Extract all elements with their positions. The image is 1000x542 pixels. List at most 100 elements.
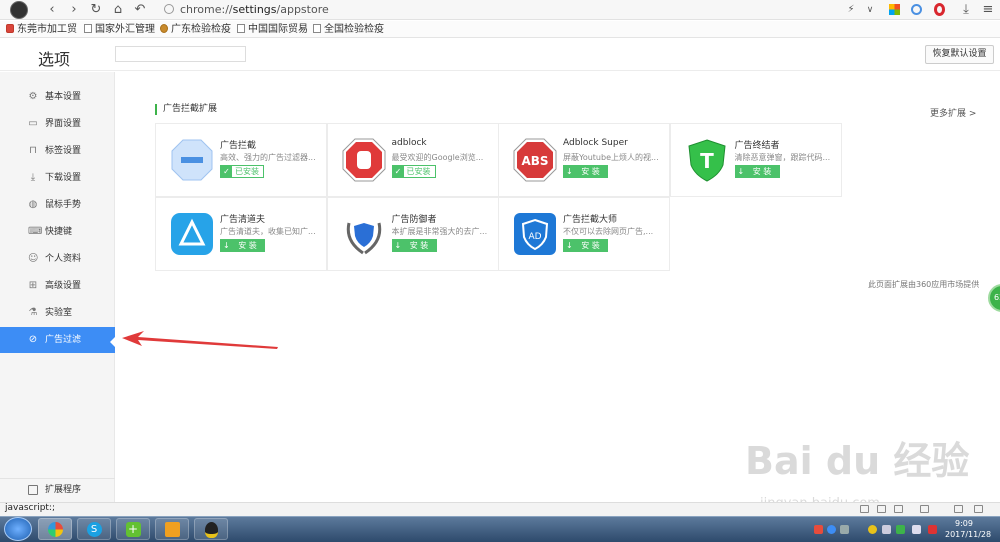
user-icon: ☺: [28, 253, 39, 264]
page-icon: [84, 24, 92, 33]
action-center-tray-icon[interactable]: [928, 525, 937, 534]
sidebar-footer-extensions[interactable]: 扩展程序: [0, 478, 115, 500]
tab-icon: ⊓: [29, 145, 37, 156]
skype-taskbar-icon[interactable]: S: [77, 518, 111, 540]
help-tray-icon[interactable]: [827, 525, 836, 534]
bookmark-item[interactable]: 全国检验检疫: [313, 21, 384, 38]
sidebar-item[interactable]: ▭ 界面设置: [0, 111, 115, 137]
clock-date[interactable]: 2017/11/28: [945, 530, 991, 539]
qq-tray-icon[interactable]: [868, 525, 877, 534]
screenshot-icon[interactable]: [860, 505, 869, 513]
bookmark-item[interactable]: 国家外汇管理: [84, 21, 155, 38]
active-indicator: [110, 335, 117, 349]
extension-card[interactable]: 广告清道夫 广告清道夫，收集已知广... ↓ 安 装: [155, 197, 327, 271]
extension-card[interactable]: T 广告终结者 清除恶意弹窗，跟踪代码... ↓ 安 装: [669, 123, 842, 197]
sidebar-item[interactable]: ⊘ 广告过滤: [0, 327, 115, 353]
chevron-down-icon[interactable]: ∨: [862, 2, 878, 18]
sidebar-item-label: 个人资料: [45, 254, 82, 264]
bookmark-item[interactable]: 广东检验检疫: [160, 21, 231, 38]
window-icon: ▭: [28, 118, 38, 129]
extension-card[interactable]: ABS Adblock Super 屏蔽Youtube上烦人的视... ↓ 安 装: [498, 123, 670, 197]
block-icon: ⊘: [28, 334, 38, 345]
sidebar-item[interactable]: ⚗ 实验室: [0, 300, 115, 326]
address-bar[interactable]: chrome://settings/appstore: [160, 2, 828, 18]
url-suffix: /appstore: [276, 3, 329, 16]
window-restore-icon[interactable]: [954, 505, 963, 513]
clock-time[interactable]: 9:09: [955, 519, 973, 528]
opera-icon[interactable]: [934, 3, 945, 16]
menu-icon[interactable]: ≡: [980, 2, 996, 18]
sidebar-item[interactable]: ⚙ 基本设置: [0, 84, 115, 110]
apps-grid-icon[interactable]: [889, 4, 900, 15]
volume-tray-icon[interactable]: [912, 525, 921, 534]
install-button[interactable]: ↓ 安 装: [734, 165, 780, 178]
speed-icon[interactable]: [877, 505, 886, 513]
gear-icon: ⚙: [28, 91, 38, 102]
zoom-icon[interactable]: [974, 505, 983, 513]
sidebar-item[interactable]: ◍ 鼠标手势: [0, 192, 115, 218]
browser-taskbar-icon[interactable]: [38, 518, 72, 540]
settings-tray-icon[interactable]: [840, 525, 849, 534]
install-button[interactable]: ↓ 安 装: [563, 165, 608, 178]
download-icon: ⤓: [30, 172, 36, 183]
forward-icon[interactable]: ›: [66, 2, 82, 18]
bookmark-item[interactable]: 中国国际贸易: [237, 21, 308, 38]
checkmark-icon: ✓: [221, 166, 232, 177]
settings-search-input[interactable]: [115, 46, 246, 62]
home-icon[interactable]: ⌂: [110, 2, 126, 18]
button-label: 安 装: [409, 241, 429, 250]
outlook-taskbar-icon[interactable]: [155, 518, 189, 540]
sidebar-item[interactable]: ⊓ 标签设置: [0, 138, 115, 164]
windows-taskbar: [0, 516, 1000, 542]
extension-name: Adblock Super: [563, 138, 628, 148]
sound-icon[interactable]: [894, 505, 903, 513]
install-button[interactable]: ↓ 安 装: [391, 239, 437, 252]
svg-text:AD: AD: [528, 232, 541, 242]
start-button[interactable]: [4, 517, 32, 541]
adblock-hand-logo-icon: [341, 137, 387, 183]
user-avatar[interactable]: [10, 1, 28, 19]
extension-name: 广告拦截: [220, 141, 257, 151]
install-button[interactable]: ↓ 安 装: [220, 239, 265, 252]
restore-defaults-button[interactable]: 恢复默认设置: [925, 45, 994, 64]
undo-icon[interactable]: ↶: [132, 2, 148, 18]
sidebar-item[interactable]: ⊞ 高级设置: [0, 273, 115, 299]
sidebar-item[interactable]: ⤓ 下载设置: [0, 165, 115, 191]
url-prefix: chrome://: [180, 3, 233, 16]
extension-card[interactable]: 广告拦截 高效、强力的广告过滤器... ✓ 已安装: [155, 123, 327, 197]
shield-tray-icon[interactable]: [896, 525, 905, 534]
page-icon: [237, 24, 245, 33]
sidebar-item-label: 快捷键: [45, 227, 73, 237]
page-title: 选项: [38, 50, 71, 69]
lightning-icon[interactable]: ⚡: [843, 2, 859, 18]
extension-card[interactable]: AD 广告拦截大师 不仅可以去除网页广告,... ↓ 安 装: [498, 197, 670, 271]
button-label: 安 装: [752, 167, 772, 176]
baidu-watermark: Bai du 经验: [745, 439, 970, 483]
sogou-tray-icon[interactable]: [814, 525, 823, 534]
extension-card[interactable]: adblock 最受欢迎的Google浏览... ✓ 已安装: [326, 123, 499, 197]
puzzle-icon: [28, 485, 38, 495]
qq-manager-taskbar-icon[interactable]: +: [116, 518, 150, 540]
extension-card[interactable]: 广告防御者 本扩展是非常强大的去广... ↓ 安 装: [326, 197, 499, 271]
download-icon: ↓: [394, 241, 402, 250]
download-manager-icon[interactable]: [920, 505, 929, 513]
install-button[interactable]: ↓ 安 装: [563, 239, 608, 252]
sidebar-item[interactable]: ☺ 个人资料: [0, 246, 115, 272]
floating-speed-ball[interactable]: 62: [988, 284, 1000, 312]
sidebar-item[interactable]: ⌨ 快捷键: [0, 219, 115, 245]
svg-text:T: T: [700, 149, 714, 173]
sidebar-item-label: 实验室: [45, 308, 73, 318]
extension-description: 不仅可以去除网页广告,...: [563, 227, 654, 236]
more-extensions-link[interactable]: 更多扩展 >: [930, 106, 976, 119]
extension-icon[interactable]: [911, 4, 922, 15]
sidebar-item-label: 鼠标手势: [45, 200, 82, 210]
qq-taskbar-icon[interactable]: [194, 518, 228, 540]
network-tray-icon[interactable]: [882, 525, 891, 534]
download-icon: ↓: [566, 241, 573, 250]
section-title: 广告拦截扩展: [155, 104, 217, 115]
download-arrow-icon[interactable]: ⤓: [958, 2, 974, 18]
bookmark-item[interactable]: 东莞市加工贸: [6, 21, 77, 38]
back-icon[interactable]: ‹: [44, 2, 60, 18]
reload-icon[interactable]: ↻: [88, 2, 104, 18]
extension-name: 广告清道夫: [220, 215, 266, 225]
